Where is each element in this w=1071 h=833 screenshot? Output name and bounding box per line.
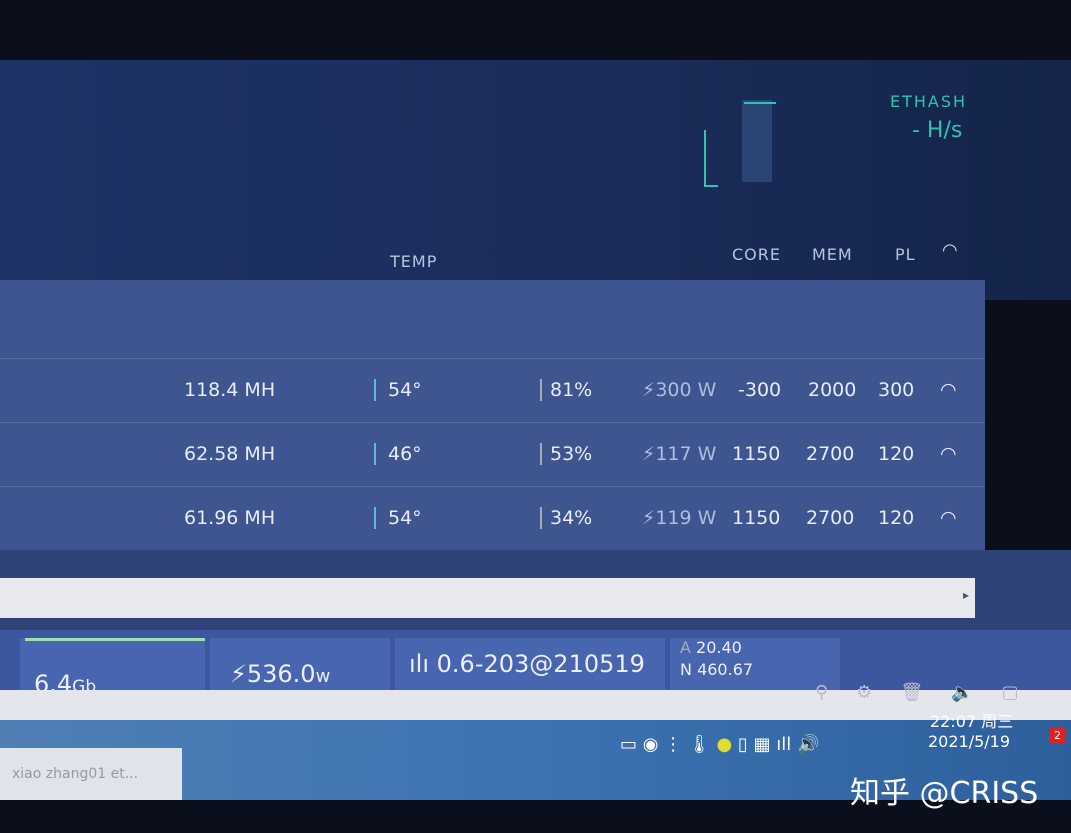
gauge-icon[interactable]: ◠ — [940, 443, 957, 465]
bolt-icon: ⚡ — [230, 660, 247, 688]
core: -300 — [738, 379, 782, 401]
mem: 2000 — [808, 379, 857, 401]
hashrate: 118.4 MH — [184, 379, 276, 401]
gpu-row[interactable]: 61.96 MH 54° 34% ⚡119 W 1150 2700 120 ◠ — [0, 486, 985, 551]
fan: 53% — [540, 443, 592, 465]
header-panel: ETHASH - H/s — [0, 60, 1071, 300]
taskbar-window[interactable]: xiao zhang01 et... — [0, 748, 182, 800]
hashrate: 62.58 MH — [184, 443, 276, 465]
fan: 34% — [540, 507, 592, 529]
gpu-table: 118.4 MH 54° 81% ⚡300 W -300 2000 300 ◠ … — [0, 280, 985, 550]
header-pl: PL — [895, 245, 916, 264]
version-icon: ılı — [409, 650, 430, 678]
core: 1150 — [732, 443, 781, 465]
algo-name: ETHASH — [890, 92, 968, 111]
bolt-icon: ⚡ — [642, 379, 656, 401]
pl: 120 — [878, 443, 915, 465]
gauge-icon[interactable]: ◠ — [940, 379, 957, 401]
gauge-icon[interactable]: ◠ — [940, 507, 957, 529]
fan: 81% — [540, 379, 592, 401]
n-value: 460.67 — [697, 660, 754, 679]
clock-time[interactable]: 22:07 周三 — [930, 708, 1013, 732]
scroll-right-icon[interactable]: ▸ — [963, 588, 969, 602]
a-label: A — [680, 638, 691, 657]
mem: 2700 — [806, 443, 855, 465]
pl: 120 — [878, 507, 915, 529]
power: ⚡119 W — [642, 507, 717, 529]
version: 0.6-203@210519 — [436, 650, 645, 678]
power: ⚡117 W — [642, 443, 717, 465]
total-power: 536.0 — [246, 660, 316, 688]
bolt-icon: ⚡ — [642, 507, 656, 529]
core: 1150 — [732, 507, 781, 529]
notification-badge[interactable]: 2 — [1050, 728, 1065, 743]
bolt-icon: ⚡ — [642, 443, 656, 465]
gauge-icon[interactable]: ◠ — [942, 240, 958, 261]
pl: 300 — [878, 379, 915, 401]
temperature: 54° — [374, 507, 422, 529]
header-core: CORE — [732, 245, 781, 264]
n-label: N — [680, 660, 692, 679]
hashrate: 61.96 MH — [184, 507, 276, 529]
gpu-row[interactable]: 62.58 MH 46° 53% ⚡117 W 1150 2700 120 ◠ — [0, 422, 985, 487]
header-mem: MEM — [812, 245, 853, 264]
watermark: 知乎 @CRISS — [850, 776, 1039, 811]
header-temp: TEMP — [390, 252, 438, 271]
temperature: 54° — [374, 379, 422, 401]
a-value: 20.40 — [696, 638, 742, 657]
mem: 2700 — [806, 507, 855, 529]
tray-icons[interactable]: ▭ ◉ ⋮ 🌡 ● ▯ ▦ ıll 🔊 — [620, 734, 819, 755]
temperature: 46° — [374, 443, 422, 465]
hashrate-graph — [700, 100, 780, 190]
horizontal-scrollbar[interactable]: ▸ — [0, 578, 975, 618]
algo-hashrate: - H/s — [912, 118, 963, 143]
power: ⚡300 W — [642, 379, 717, 401]
gpu-row[interactable]: 118.4 MH 54° 81% ⚡300 W -300 2000 300 ◠ — [0, 358, 985, 423]
clock-date[interactable]: 2021/5/19 — [928, 732, 1010, 751]
toolbar-icons[interactable]: ⚲⚙🗑🔈▢ — [815, 682, 1047, 703]
